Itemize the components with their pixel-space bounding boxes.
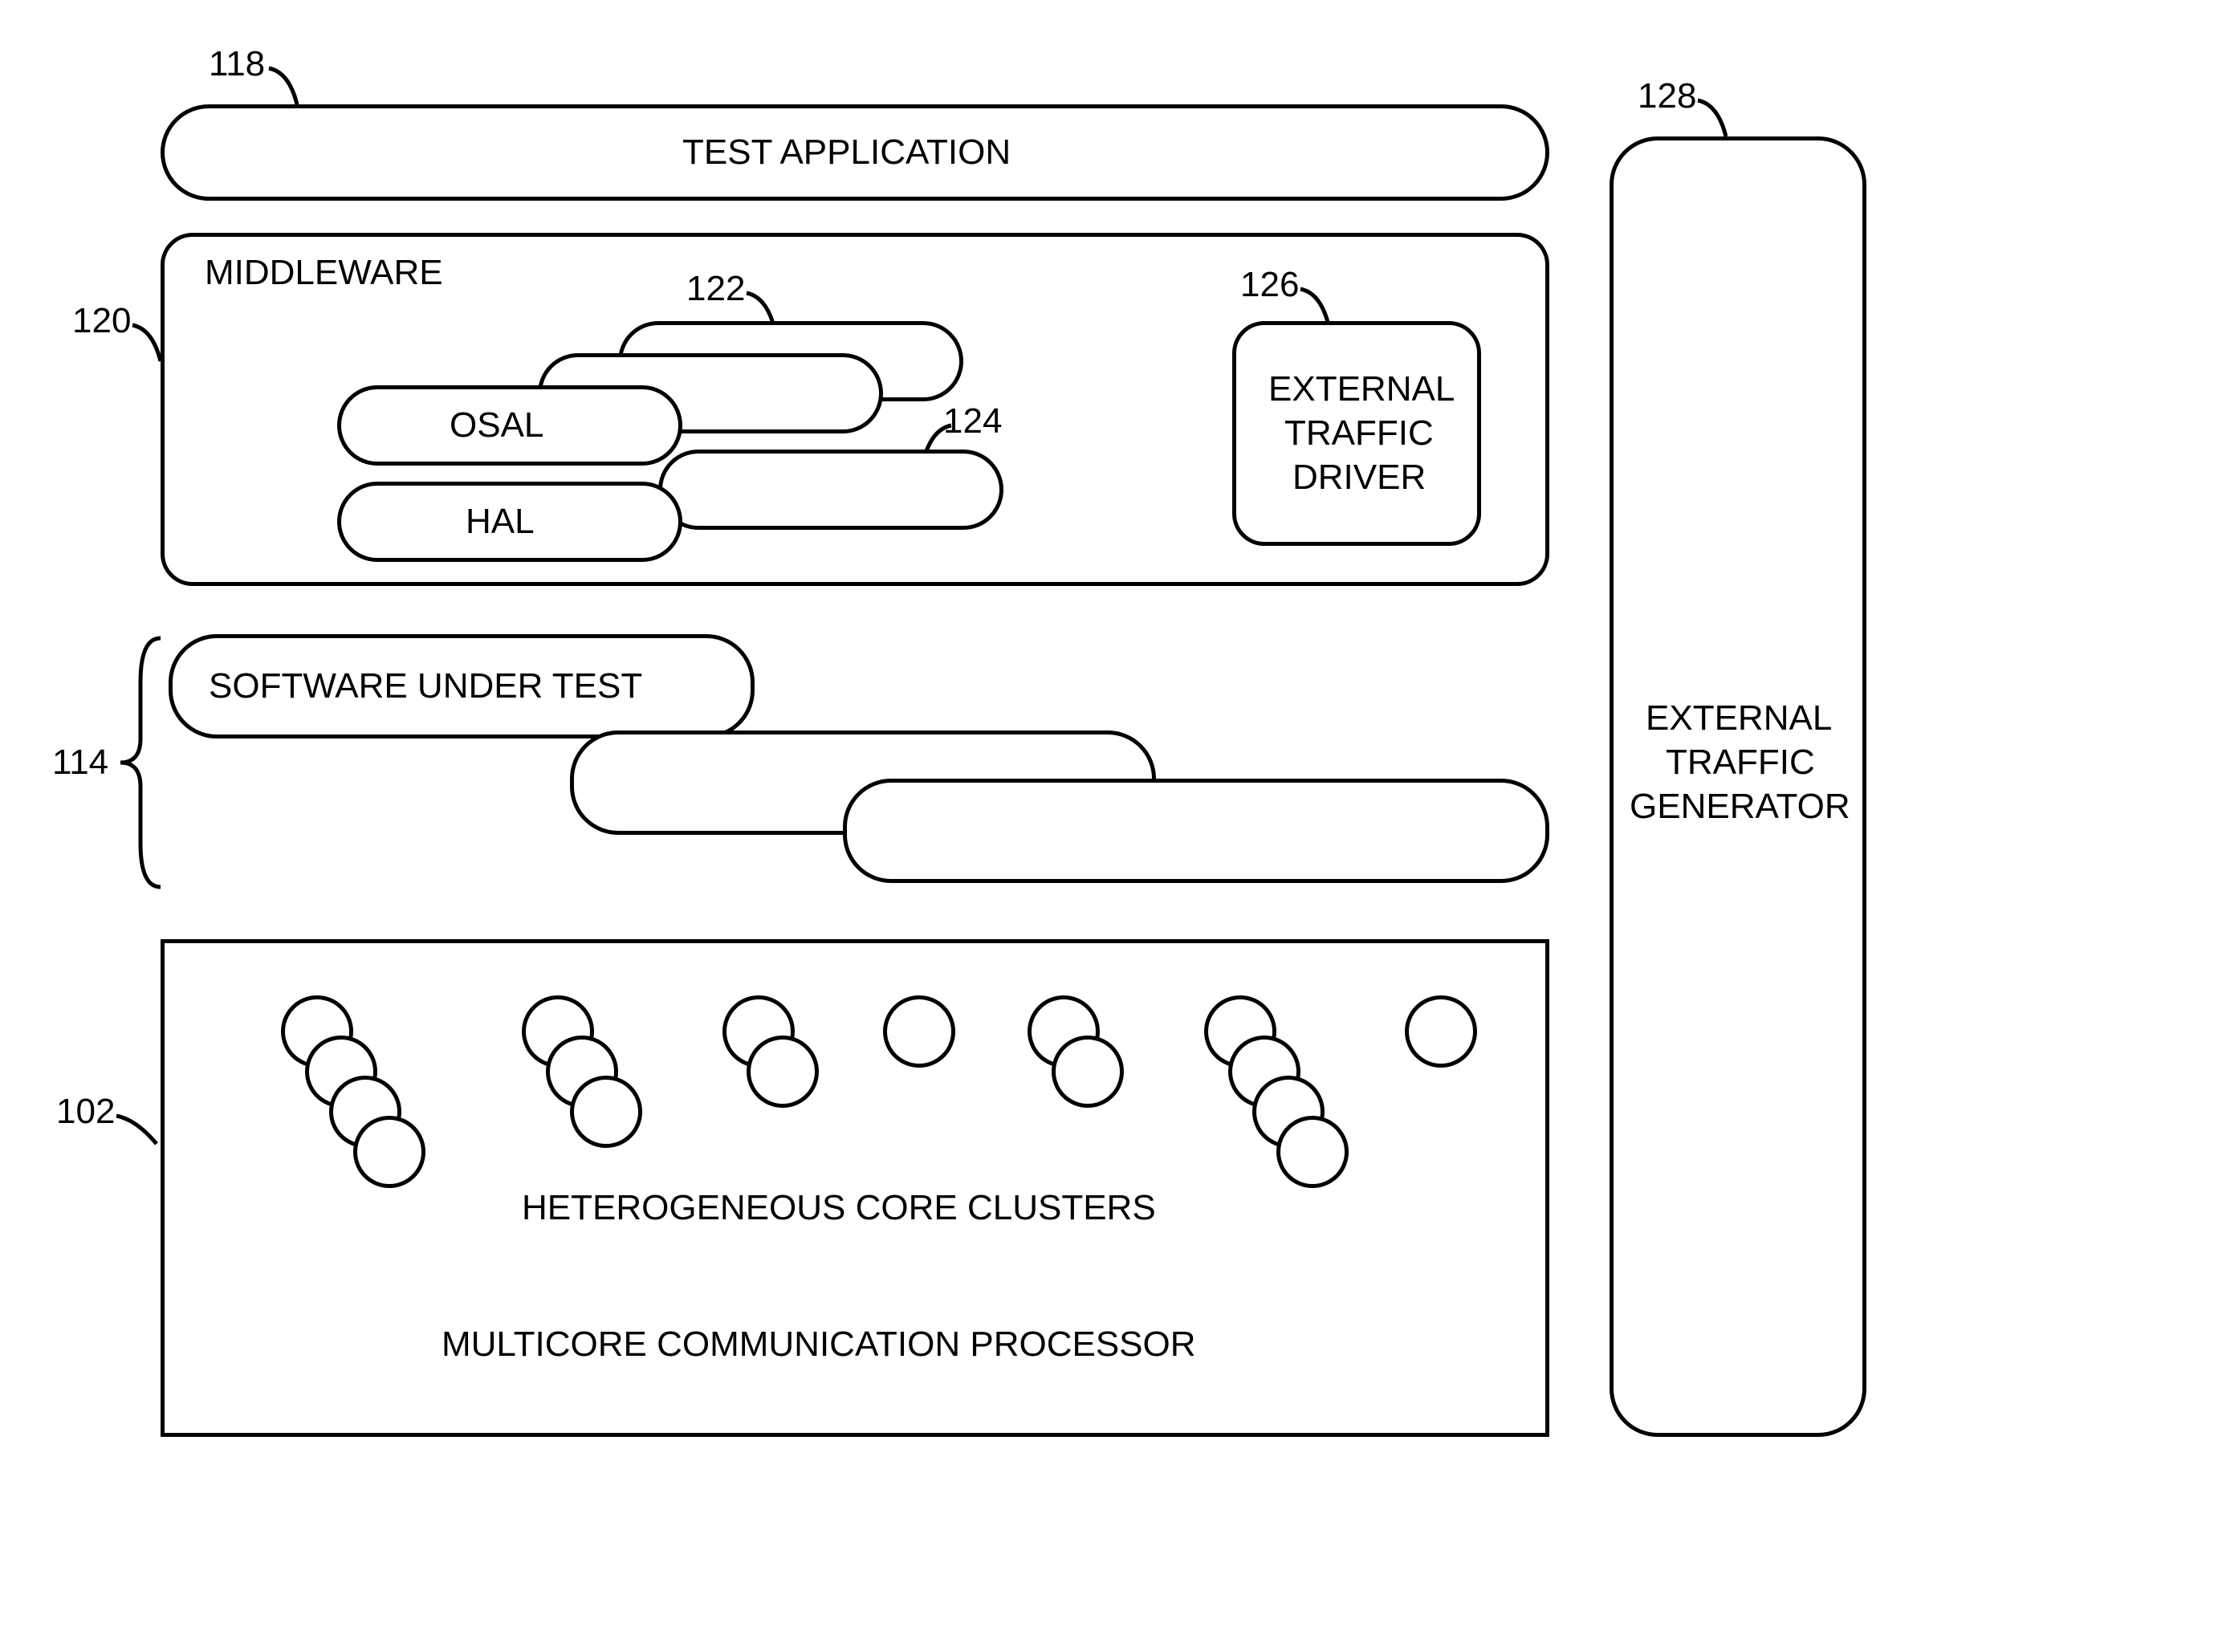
core-circle — [1405, 995, 1477, 1068]
core-circle — [353, 1116, 425, 1188]
ext-gen-l3: GENERATOR — [1630, 787, 1850, 827]
hal-label: HAL — [466, 502, 535, 542]
ext-driver-l3: DRIVER — [1292, 458, 1426, 498]
middleware-label: MIDDLEWARE — [205, 253, 443, 293]
heterogeneous-cores-label: HETEROGENEOUS CORE CLUSTERS — [522, 1188, 1156, 1228]
multicore-processor-label: MULTICORE COMMUNICATION PROCESSOR — [442, 1324, 1196, 1365]
ext-gen-l2: TRAFFIC — [1666, 743, 1815, 783]
ref-102-tick — [112, 1112, 165, 1156]
ref-118-tick — [265, 64, 313, 108]
core-circle — [883, 995, 955, 1068]
sut-label: SOFTWARE UNDER TEST — [209, 666, 642, 706]
core-circle — [747, 1036, 819, 1108]
ext-driver-l1: EXTERNAL — [1268, 369, 1455, 409]
test-application-label: TEST APPLICATION — [682, 132, 1011, 173]
ref-122: 122 — [686, 269, 745, 309]
ref-102: 102 — [56, 1092, 115, 1132]
hal-pill-back — [658, 450, 1003, 530]
core-circle — [1276, 1116, 1349, 1188]
ext-driver-l2: TRAFFIC — [1284, 413, 1434, 454]
core-circle — [570, 1076, 642, 1148]
core-circle — [1052, 1036, 1124, 1108]
ref-128: 128 — [1638, 76, 1696, 116]
brace-114 — [116, 634, 165, 891]
ref-118: 118 — [209, 44, 265, 84]
ext-gen-l1: EXTERNAL — [1646, 698, 1832, 739]
osal-label: OSAL — [450, 405, 543, 446]
ref-120: 120 — [72, 301, 131, 341]
diagram-canvas: 118 TEST APPLICATION 120 MIDDLEWARE 122 … — [0, 0, 2214, 1652]
sut-pill-3 — [843, 779, 1549, 883]
ref-126: 126 — [1240, 265, 1299, 305]
ref-128-tick — [1694, 96, 1742, 140]
ref-114: 114 — [52, 743, 108, 783]
